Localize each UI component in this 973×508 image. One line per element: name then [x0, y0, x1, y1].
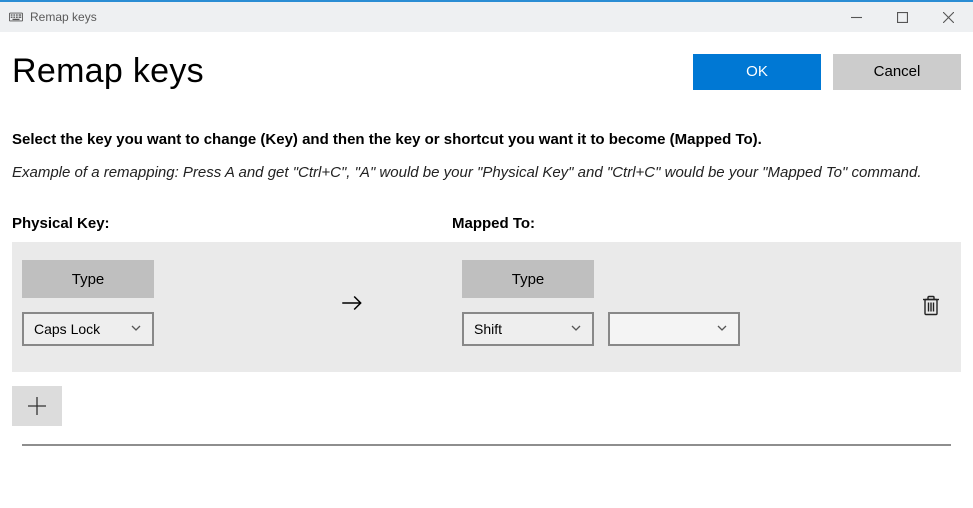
header: Remap keys OK Cancel: [12, 52, 961, 91]
maximize-button[interactable]: [879, 2, 925, 32]
chevron-down-icon: [716, 321, 728, 337]
divider: [22, 444, 951, 446]
example-text: Example of a remapping: Press A and get …: [12, 162, 961, 183]
mapped-key-select-1[interactable]: Shift: [462, 312, 594, 346]
add-mapping-button[interactable]: [12, 386, 62, 426]
instructions-text: Select the key you want to change (Key) …: [12, 131, 961, 148]
mapped-key-select-2[interactable]: [608, 312, 740, 346]
ok-button[interactable]: OK: [693, 54, 821, 90]
mapped-to-header: Mapped To:: [452, 215, 961, 232]
arrow-icon: [242, 290, 462, 316]
titlebar: Remap keys: [0, 0, 973, 32]
window-title: Remap keys: [30, 10, 97, 24]
keyboard-icon: [8, 9, 24, 25]
mapped-key-1-value: Shift: [474, 321, 570, 337]
chevron-down-icon: [130, 321, 142, 337]
column-headers: Physical Key: Mapped To:: [12, 215, 961, 232]
close-button[interactable]: [925, 2, 971, 32]
mapped-type-button[interactable]: Type: [462, 260, 594, 298]
page-title: Remap keys: [12, 52, 681, 91]
delete-row-button[interactable]: [921, 295, 941, 320]
cancel-button[interactable]: Cancel: [833, 54, 961, 90]
chevron-down-icon: [570, 321, 582, 337]
physical-key-header: Physical Key:: [12, 215, 452, 232]
mapping-row: Type Caps Lock Type Shift: [12, 242, 961, 372]
minimize-button[interactable]: [833, 2, 879, 32]
physical-key-select[interactable]: Caps Lock: [22, 312, 154, 346]
physical-type-button[interactable]: Type: [22, 260, 154, 298]
physical-key-value: Caps Lock: [34, 321, 130, 337]
